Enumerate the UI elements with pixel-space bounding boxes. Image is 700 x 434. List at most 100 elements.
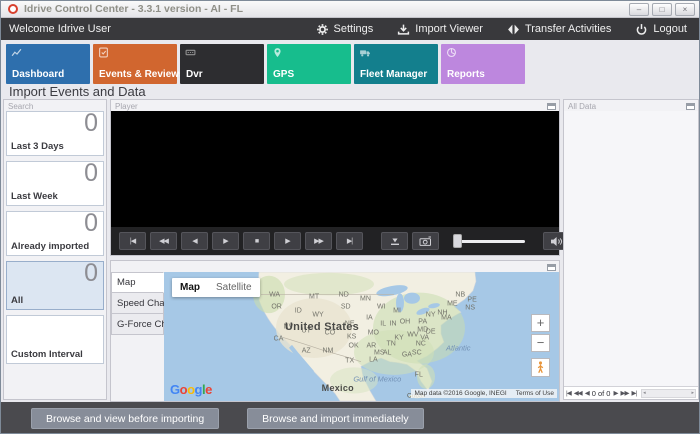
tab-dashboard[interactable]: Dashboard: [6, 44, 90, 84]
tab-map[interactable]: Map: [111, 272, 164, 293]
pager-first-button[interactable]: |◀: [566, 389, 572, 397]
all-label: All: [11, 295, 24, 306]
skip-end-button[interactable]: ▶|: [336, 232, 363, 250]
pager-next-button[interactable]: ▶: [613, 389, 618, 397]
skip-start-button[interactable]: |◀: [119, 232, 146, 250]
gulf-of-mexico-label: Gulf of Mexico: [353, 374, 402, 384]
pager-position-label: 0 of 0: [591, 388, 611, 398]
tab-reports-label: Reports: [447, 69, 485, 80]
filter-card-custom-interval[interactable]: Custom Interval: [6, 315, 104, 364]
map-type-satellite-button[interactable]: Satellite: [208, 278, 260, 297]
pegman-icon: [537, 361, 544, 373]
tab-dvr[interactable]: Dvr: [180, 44, 264, 84]
transfer-activities-label: Transfer Activities: [524, 23, 612, 35]
all-data-panel: All Data |◀ ◀◀ ◀ 0 of 0 ▶ ▶▶ ▶| ◂ ▸: [563, 99, 699, 400]
logout-label: Logout: [653, 23, 687, 35]
map-type-control: Map Satellite: [172, 278, 260, 297]
scroll-left-arrow[interactable]: ◂: [643, 390, 646, 396]
last-3-days-count: 0: [84, 109, 98, 137]
page-title: Import Events and Data: [1, 84, 699, 99]
map-panel: Map Speed Chart G-Force Chart WA OR CA N…: [110, 260, 560, 402]
title-bar: Idrive Control Center - 3.3.1 version - …: [1, 1, 699, 18]
step-back-button[interactable]: ◀: [181, 232, 208, 250]
search-panel-title: Search: [8, 101, 34, 111]
pager-fast-next-button[interactable]: ▶▶: [620, 389, 629, 397]
tab-events-reviews-label: Events & Reviews: [99, 69, 185, 80]
pager-fast-prev-button[interactable]: ◀◀: [574, 389, 583, 397]
close-button[interactable]: ×: [675, 2, 695, 16]
all-data-grid: [564, 111, 698, 386]
save-download-icon: [390, 238, 399, 245]
browse-import-button[interactable]: Browse and import immediately: [247, 408, 424, 429]
google-logo-letter: g: [194, 382, 203, 397]
pager-last-button[interactable]: ▶|: [631, 389, 637, 397]
tab-fleet-manager-label: Fleet Manager: [360, 69, 428, 80]
settings-label: Settings: [333, 23, 374, 35]
filter-card-last-week[interactable]: 0 Last Week: [6, 159, 104, 206]
tab-speed-chart[interactable]: Speed Chart: [111, 293, 170, 314]
google-map[interactable]: WA OR CA NV ID MT WY UT CO AZ NM ND SD NE KS OK TX MN IA MO…: [164, 272, 559, 401]
all-count: 0: [84, 259, 98, 287]
fast-forward-button[interactable]: ▶▶: [305, 232, 332, 250]
maximize-button[interactable]: □: [652, 2, 672, 16]
power-icon: [636, 23, 647, 35]
camera-icon: [419, 236, 431, 246]
gear-icon: [316, 23, 328, 35]
zoom-out-button[interactable]: −: [531, 334, 550, 352]
import-viewer-label: Import Viewer: [415, 23, 483, 35]
app-logo-icon: [8, 4, 18, 14]
dvr-icon: [185, 49, 196, 56]
map-pin-icon: [274, 48, 281, 58]
map-panel-header: [111, 261, 559, 272]
tab-dashboard-label: Dashboard: [12, 69, 65, 80]
all-data-maximize-icon[interactable]: [686, 102, 695, 110]
play-button[interactable]: ▶: [212, 232, 239, 250]
app-window: Idrive Control Center - 3.3.1 version - …: [0, 0, 700, 434]
last-week-label: Last Week: [11, 191, 58, 202]
stop-button[interactable]: ■: [243, 232, 270, 250]
import-viewer-button[interactable]: Import Viewer: [397, 23, 483, 36]
minimize-button[interactable]: –: [629, 2, 649, 16]
logout-button[interactable]: Logout: [635, 23, 687, 36]
search-panel: Search 0 Last 3 Days 0 Last Week 0 Alrea…: [3, 99, 107, 400]
street-view-pegman-button[interactable]: [531, 358, 550, 377]
seek-slider[interactable]: [453, 232, 525, 250]
tab-g-force-chart[interactable]: G-Force Chart: [111, 314, 178, 335]
data-pager: |◀ ◀◀ ◀ 0 of 0 ▶ ▶▶ ▶| ◂ ▸: [564, 386, 698, 399]
tab-fleet-manager[interactable]: Fleet Manager: [354, 44, 438, 84]
scroll-right-arrow[interactable]: ▸: [691, 390, 694, 396]
horizontal-scrollbar[interactable]: ◂ ▸: [641, 388, 696, 398]
seek-thumb[interactable]: [453, 234, 462, 248]
google-logo-letter: o: [179, 382, 188, 397]
tab-events-reviews[interactable]: Events & Reviews: [93, 44, 185, 84]
terms-of-use-link[interactable]: Terms of Use: [516, 390, 554, 397]
snapshot-button[interactable]: [412, 232, 439, 250]
filter-card-all[interactable]: 0 All: [6, 259, 104, 310]
player-controls: |◀ ◀◀ ◀ ▶ ■ ▶ ▶▶ ▶|: [111, 227, 620, 255]
tab-gps[interactable]: GPS: [267, 44, 351, 84]
module-tabs: Dashboard Events & Reviews Dvr GPS Fleet…: [1, 40, 699, 84]
map-maximize-icon[interactable]: [547, 263, 556, 271]
rewind-button[interactable]: ◀◀: [150, 232, 177, 250]
player-panel: Player |◀ ◀◀ ◀ ▶ ■ ▶ ▶▶ ▶|: [110, 99, 620, 256]
browse-view-button[interactable]: Browse and view before importing: [31, 408, 220, 429]
google-logo-letter: e: [205, 382, 212, 397]
zoom-in-button[interactable]: +: [531, 314, 550, 332]
already-imported-label: Already imported: [11, 241, 90, 252]
player-maximize-icon[interactable]: [547, 102, 556, 110]
pie-chart-icon: [446, 47, 457, 58]
tab-reports[interactable]: Reports: [441, 44, 525, 84]
map-type-map-button[interactable]: Map: [172, 278, 208, 297]
filter-card-already-imported[interactable]: 0 Already imported: [6, 209, 104, 256]
settings-button[interactable]: Settings: [316, 23, 374, 36]
filter-card-last-3-days[interactable]: 0 Last 3 Days: [6, 109, 104, 156]
pager-prev-button[interactable]: ◀: [585, 389, 590, 397]
all-data-panel-header: All Data: [564, 100, 698, 111]
transfer-activities-button[interactable]: Transfer Activities: [507, 23, 611, 36]
window-title: Idrive Control Center - 3.3.1 version - …: [24, 3, 243, 15]
save-video-button[interactable]: [381, 232, 408, 250]
map-zoom-control: + −: [531, 314, 550, 354]
all-data-panel-title: All Data: [568, 101, 597, 111]
step-forward-button[interactable]: ▶: [274, 232, 301, 250]
main-area: Search 0 Last 3 Days 0 Last Week 0 Alrea…: [1, 99, 699, 402]
